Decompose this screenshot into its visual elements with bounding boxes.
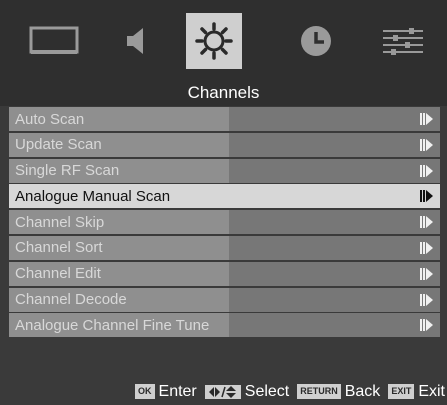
menu-tab-bar — [0, 0, 447, 80]
menu-item-label: Channel Edit — [15, 265, 101, 283]
menu-item-label: Auto Scan — [15, 110, 85, 128]
menu-item-auto-scan[interactable]: Auto Scan — [9, 107, 440, 131]
chevron-right-icon — [420, 293, 433, 306]
tab-setup[interactable] — [186, 13, 242, 69]
menu-item-channel-decode[interactable]: Channel Decode — [9, 287, 440, 312]
menu-item-single-rf-scan[interactable]: Single RF Scan — [9, 158, 440, 183]
exit-key-badge: EXIT — [388, 384, 415, 399]
chevron-right-icon — [420, 216, 433, 229]
gear-icon — [195, 22, 233, 60]
chevron-right-icon — [420, 164, 433, 177]
chevron-right-icon — [420, 113, 433, 125]
channels-menu: Auto Scan Update Scan Single RF Scan Ana… — [9, 107, 440, 339]
menu-item-label: Channel Decode — [15, 291, 127, 309]
menu-item-analogue-manual-scan[interactable]: Analogue Manual Scan — [9, 184, 440, 209]
tab-sound[interactable] — [108, 13, 164, 69]
speaker-icon — [127, 28, 143, 54]
menu-item-label: Single RF Scan — [15, 162, 120, 180]
chevron-right-icon — [420, 267, 433, 280]
menu-item-label: Channel Sort — [15, 239, 103, 257]
enter-hint-label: Enter — [158, 382, 197, 400]
chevron-right-icon — [420, 138, 433, 151]
tab-picture[interactable] — [26, 13, 82, 69]
select-hint-label: Select — [244, 382, 290, 400]
key-hints-footer: OK Enter Select RETURN Back EXIT Exit — [0, 378, 447, 405]
exit-hint-label: Exit — [418, 382, 445, 400]
navigation-arrows-icon — [204, 384, 241, 399]
menu-item-channel-sort[interactable]: Channel Sort — [9, 235, 440, 260]
chevron-right-icon — [420, 190, 433, 203]
menu-item-channel-skip[interactable]: Channel Skip — [9, 210, 440, 235]
back-hint-label: Back — [344, 382, 381, 400]
menu-item-label: Channel Skip — [15, 213, 105, 231]
menu-item-label: Update Scan — [15, 136, 102, 154]
menu-item-label: Analogue Manual Scan — [15, 187, 171, 205]
chevron-right-icon — [420, 319, 433, 332]
return-key-badge: RETURN — [297, 384, 341, 399]
menu-item-analogue-channel-fine-tune[interactable]: Analogue Channel Fine Tune — [9, 313, 440, 338]
ok-key-badge: OK — [135, 384, 155, 399]
menu-item-update-scan[interactable]: Update Scan — [9, 132, 440, 157]
menu-item-label: Analogue Channel Fine Tune — [15, 316, 210, 334]
page-title: Channels — [0, 80, 447, 106]
sliders-icon — [383, 28, 423, 55]
chevron-right-icon — [420, 241, 433, 254]
tab-options[interactable] — [375, 13, 431, 69]
clock-icon — [301, 26, 331, 56]
menu-item-channel-edit[interactable]: Channel Edit — [9, 261, 440, 286]
tv-screen-icon — [29, 26, 79, 54]
tab-time[interactable] — [288, 13, 344, 69]
